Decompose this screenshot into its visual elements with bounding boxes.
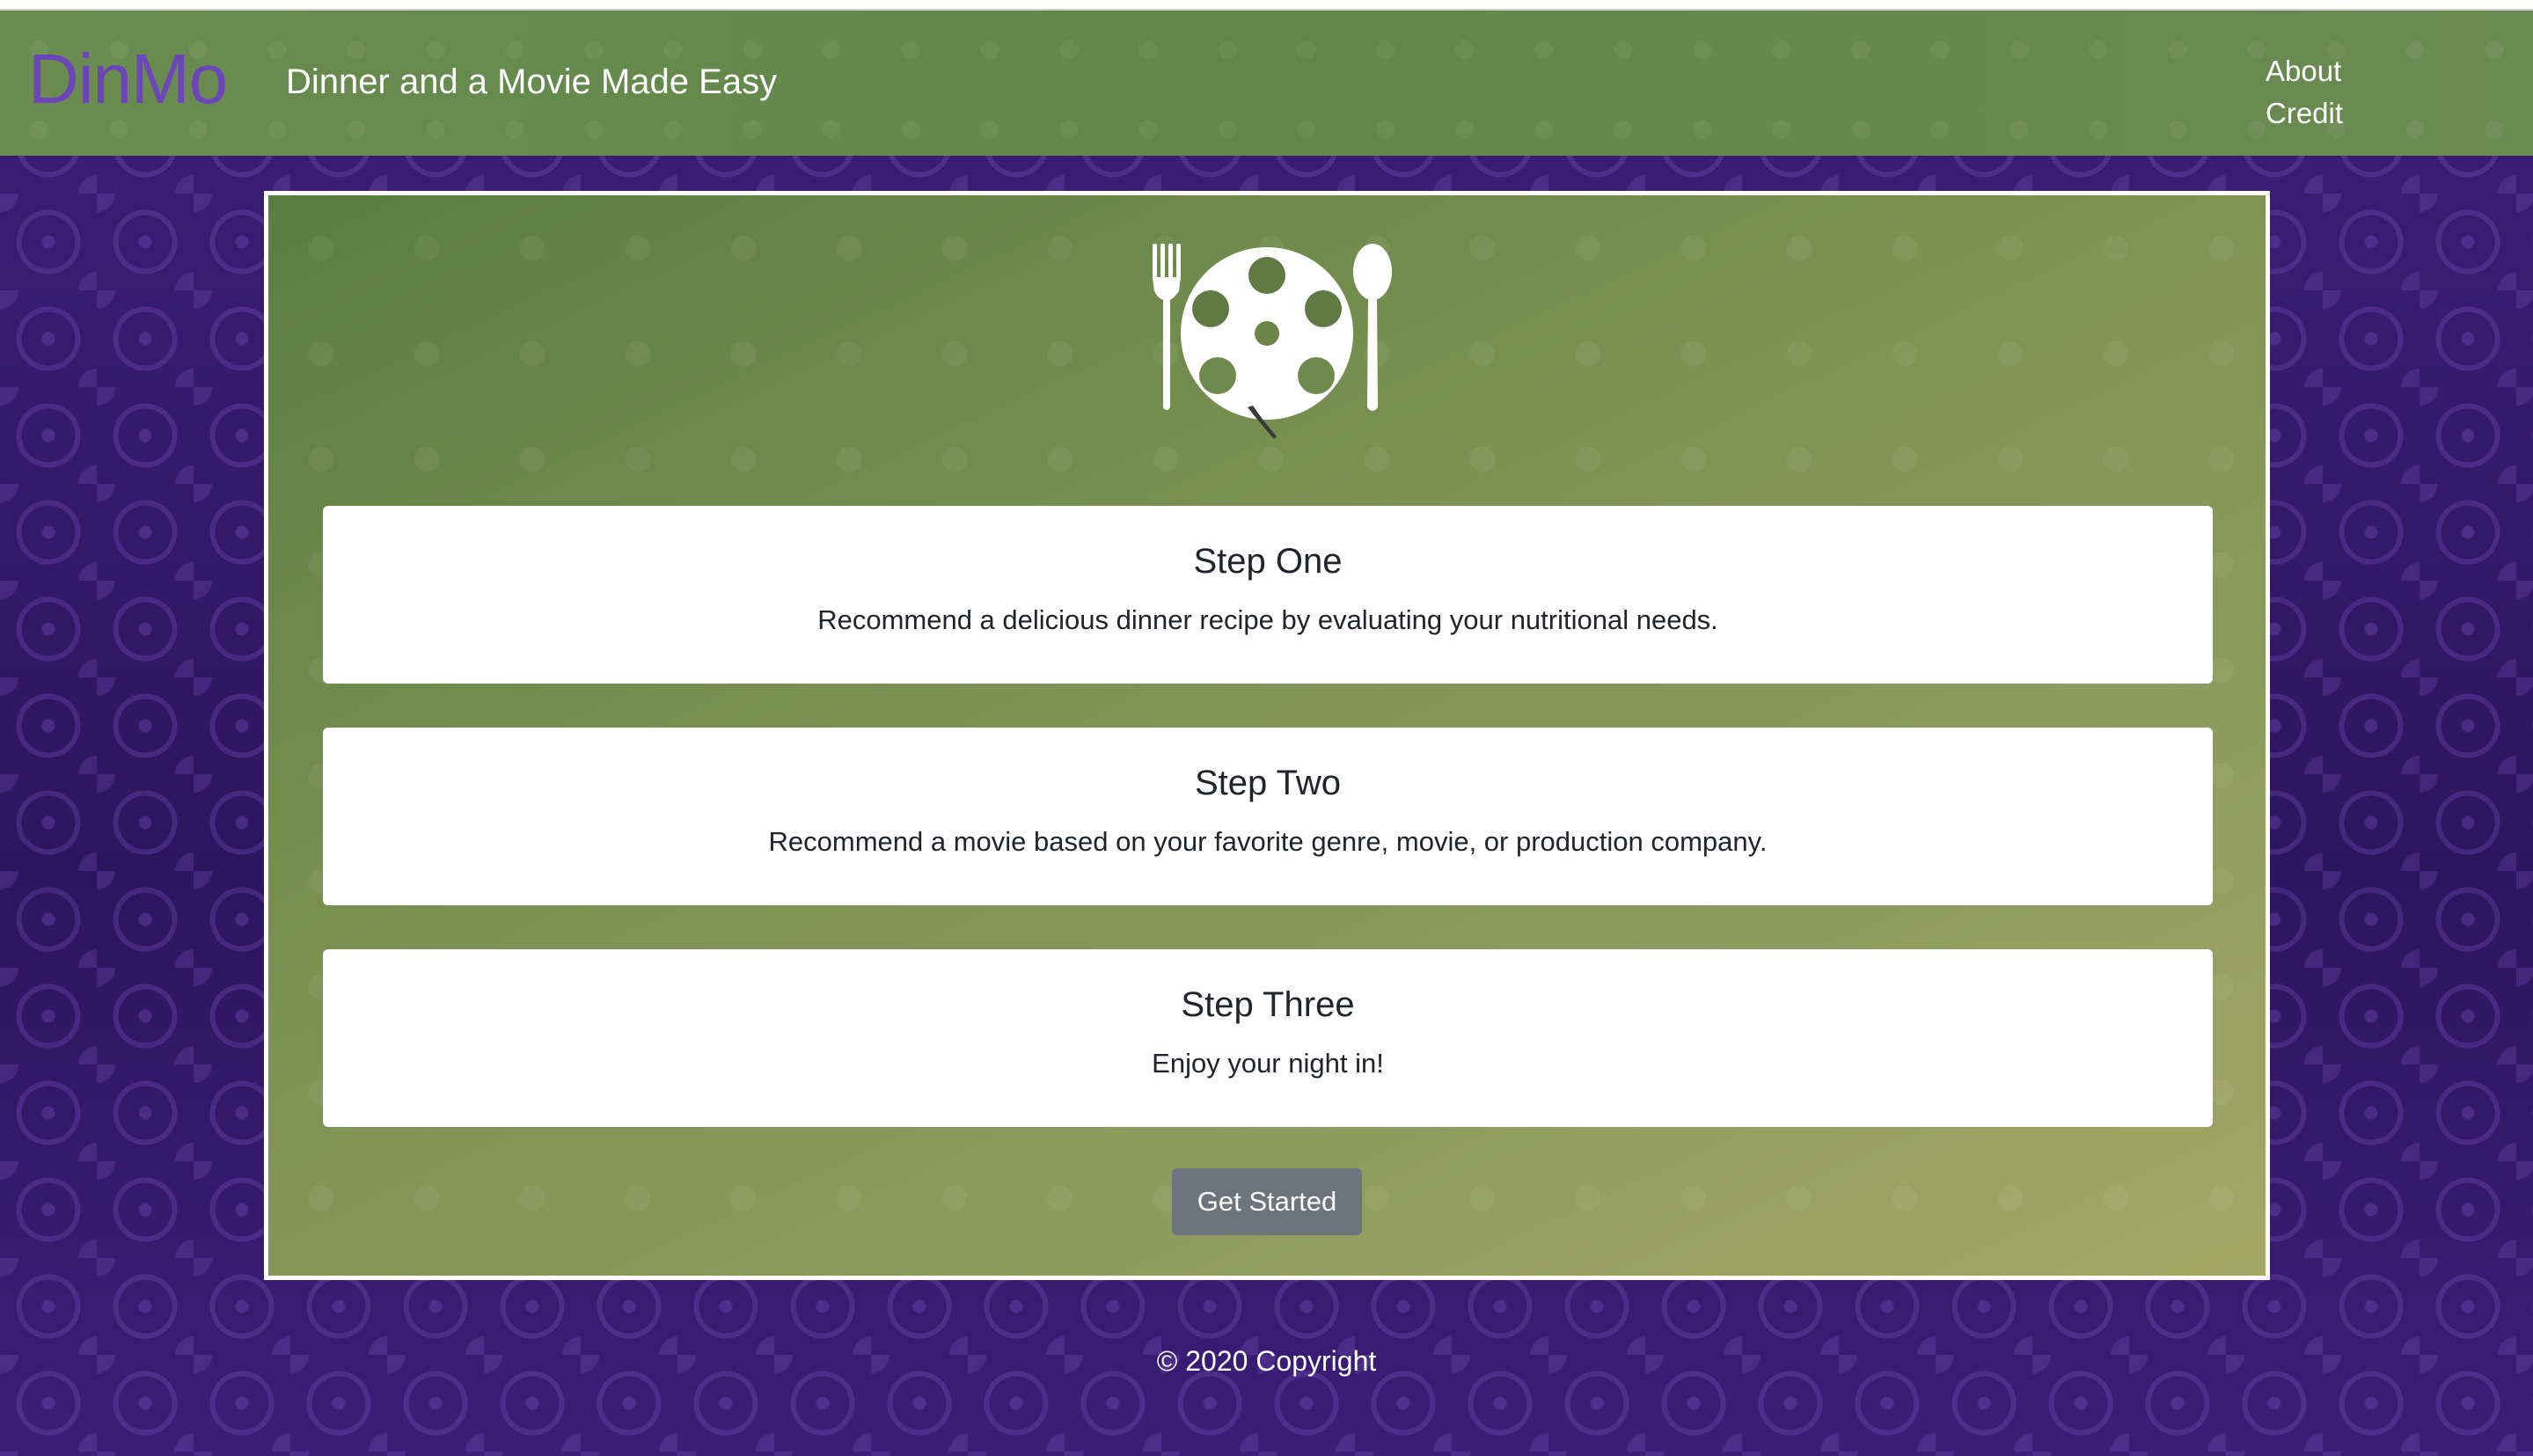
get-started-button[interactable]: Get Started	[1172, 1168, 1362, 1235]
nav-link-about[interactable]: About	[2266, 50, 2371, 92]
header-nav: About Credit	[2266, 50, 2371, 135]
footer-copyright: © 2020 Copyright	[1156, 1345, 1377, 1377]
brand-logo-text[interactable]: DinMo	[28, 35, 228, 123]
fork-icon	[1153, 244, 1181, 410]
nav-link-credit[interactable]: Credit	[2266, 92, 2371, 135]
step-description: Recommend a delicious dinner recipe by e…	[817, 604, 1718, 635]
step-card: Step Two Recommend a movie based on your…	[323, 728, 2213, 905]
step-title: Step One	[1193, 542, 1343, 581]
film-reel-icon	[1181, 247, 1353, 439]
browser-top-edge	[0, 0, 2533, 11]
step-description: Recommend a movie based on your favorite…	[768, 826, 1768, 857]
step-title: Step Three	[1181, 985, 1355, 1024]
site-header: DinMo Dinner and a Movie Made Easy About…	[0, 11, 2533, 156]
spoon-icon	[1353, 244, 1392, 411]
step-title: Step Two	[1194, 764, 1342, 802]
main-panel: Step One Recommend a delicious dinner re…	[264, 191, 2270, 1280]
step-card: Step One Recommend a delicious dinner re…	[323, 506, 2213, 684]
step-description: Enjoy your night in!	[1152, 1048, 1384, 1079]
site-tagline: Dinner and a Movie Made Easy	[286, 62, 778, 101]
step-card: Step Three Enjoy your night in!	[323, 949, 2213, 1127]
fork-film-reel-spoon-icon	[1153, 244, 1392, 439]
